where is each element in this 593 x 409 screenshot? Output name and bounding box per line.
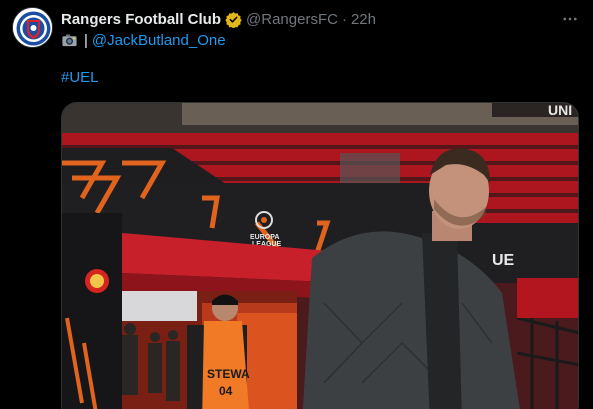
hashtag-link[interactable]: #UEL xyxy=(61,69,99,86)
text-divider: | xyxy=(84,31,88,49)
tweet[interactable]: Rangers Football Club @RangersFC · 22h |… xyxy=(0,0,593,409)
steward-sign-number: 04 xyxy=(219,384,233,398)
rangers-crest-icon xyxy=(13,8,52,47)
display-name[interactable]: Rangers Football Club xyxy=(61,11,221,28)
board-text: UE xyxy=(492,252,515,269)
stand-text: UNI xyxy=(548,103,572,118)
tweet-text: | @JackButland_One xyxy=(61,30,226,50)
mention-link[interactable]: @JackButland_One xyxy=(92,32,226,49)
author-handle[interactable]: @RangersFC xyxy=(246,11,338,28)
steward-sign-text: STEWA xyxy=(207,367,250,381)
more-options-button[interactable] xyxy=(560,9,580,29)
more-icon xyxy=(563,17,577,21)
tweet-photo[interactable]: UNI EUROPA LEAGUE UE STEWA 04 xyxy=(61,102,579,409)
separator-dot: · xyxy=(341,10,347,28)
avatar[interactable] xyxy=(12,7,53,48)
player-tunnel-photo: UNI EUROPA LEAGUE UE STEWA 04 xyxy=(62,103,578,409)
camera-icon xyxy=(61,32,78,49)
league-text-1: EUROPA xyxy=(250,234,279,241)
tweet-header: Rangers Football Club @RangersFC · 22h xyxy=(61,9,376,29)
timestamp[interactable]: 22h xyxy=(351,11,376,28)
verified-badge-icon[interactable] xyxy=(225,11,242,28)
